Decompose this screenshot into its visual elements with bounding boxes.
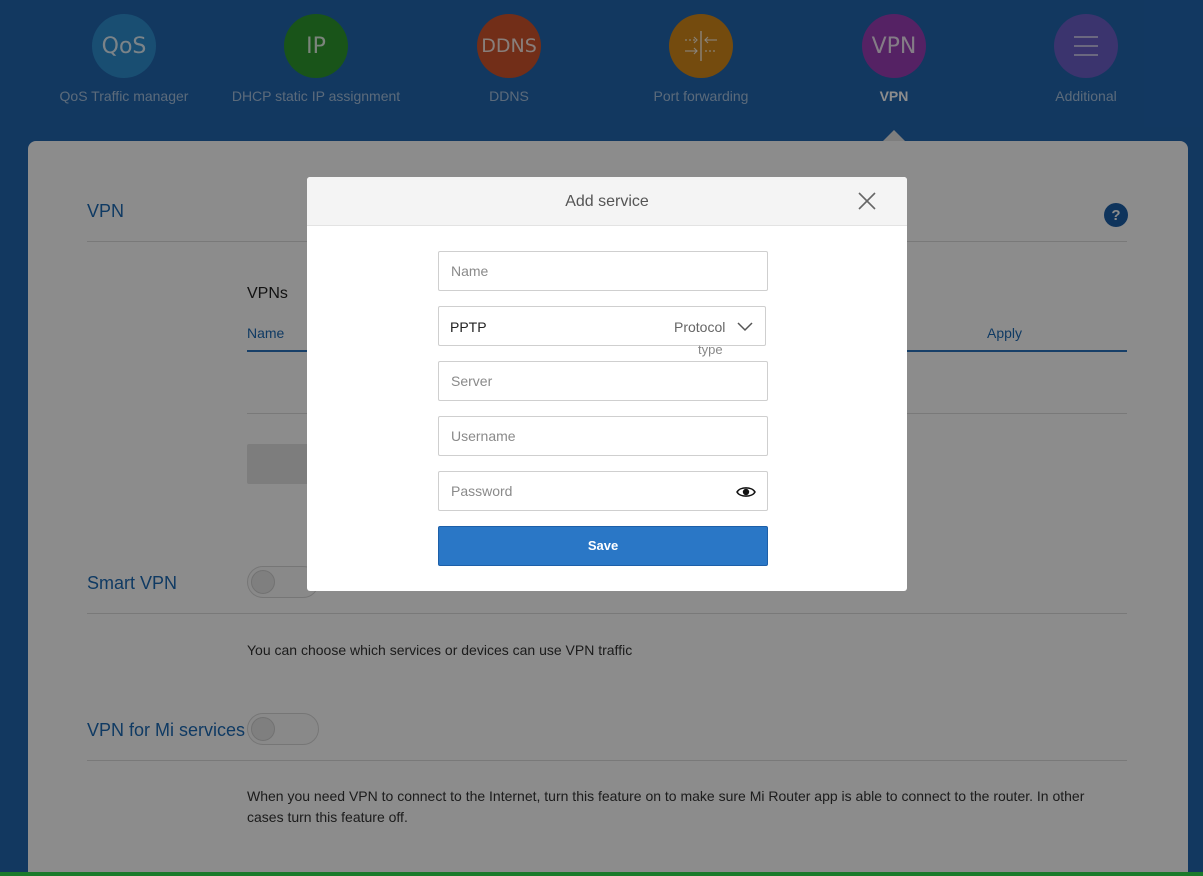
password-input[interactable] <box>439 472 767 510</box>
save-button[interactable]: Save <box>438 526 768 566</box>
server-field[interactable] <box>438 361 768 401</box>
name-field[interactable] <box>438 251 768 291</box>
eye-icon[interactable] <box>736 485 756 499</box>
bottom-edge <box>0 872 1203 876</box>
protocol-label: Protocol <box>674 319 726 335</box>
username-field[interactable] <box>438 416 768 456</box>
add-service-dialog: Add service PPTP Protocol type Save <box>307 177 907 591</box>
chevron-down-icon <box>737 322 753 332</box>
dialog-header: Add service <box>307 177 907 226</box>
protocol-label-type: type <box>698 342 723 357</box>
password-field[interactable] <box>438 471 768 511</box>
server-input[interactable] <box>439 362 767 400</box>
protocol-select[interactable]: PPTP Protocol <box>438 306 766 346</box>
close-icon[interactable] <box>855 189 879 213</box>
dialog-title: Add service <box>565 193 649 210</box>
protocol-value: PPTP <box>450 319 487 335</box>
username-input[interactable] <box>439 417 767 455</box>
name-input[interactable] <box>439 252 767 290</box>
